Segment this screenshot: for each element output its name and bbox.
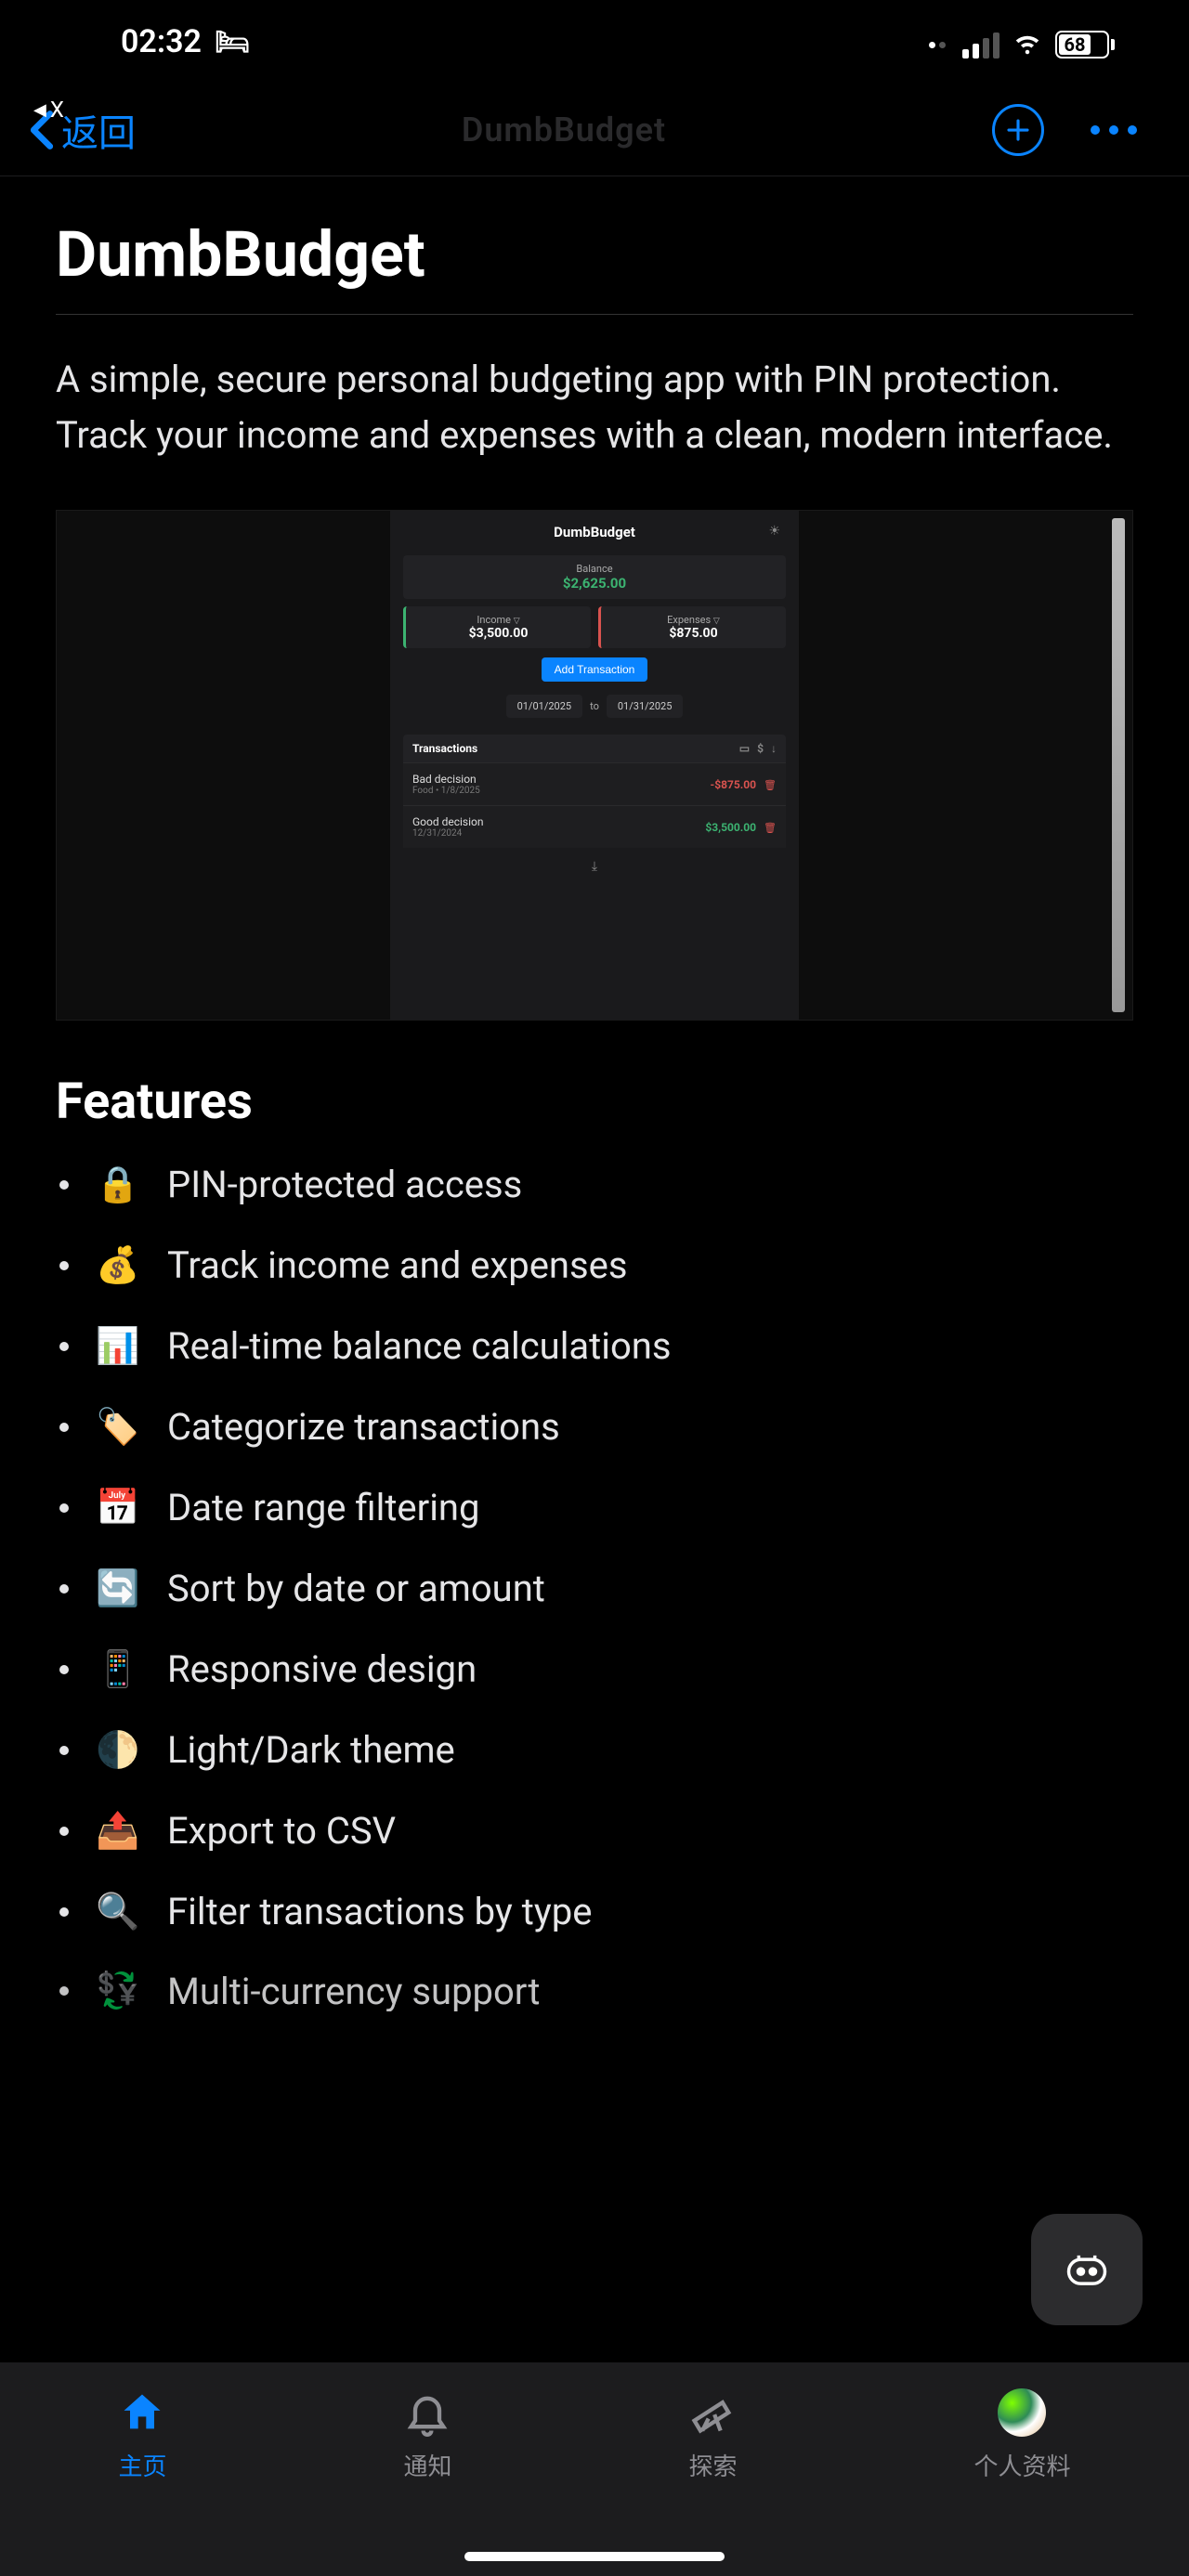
delete-icon: 🗑 — [764, 779, 777, 791]
tab-label: 探索 — [688, 2448, 737, 2482]
sort-icon: ↓ — [771, 742, 777, 755]
content: DumbBudget A simple, secure personal bud… — [0, 176, 1189, 2011]
feature-text: Light/Dark theme — [167, 1728, 455, 1772]
divider — [56, 314, 1133, 315]
cell-signal-icon — [962, 31, 1000, 59]
feature-emoji: 🏷️ — [95, 1407, 141, 1448]
wifi-icon — [1011, 24, 1044, 66]
shot-title: DumbBudget — [403, 524, 786, 540]
feature-text: Responsive design — [167, 1647, 477, 1691]
back-label: 返回 — [61, 103, 136, 157]
transaction-row: Bad decisionFood • 1/8/2025-$875.00🗑 — [403, 762, 786, 805]
feature-emoji: 💰 — [95, 1245, 141, 1286]
feature-emoji: 📱 — [95, 1649, 141, 1690]
feature-emoji: 📊 — [95, 1326, 141, 1367]
nav-title: DumbBudget — [462, 111, 666, 150]
tab-notifications[interactable]: 通知 — [403, 2387, 451, 2482]
back-to-app[interactable]: ◀X — [33, 97, 64, 123]
feature-text: Filter transactions by type — [167, 1890, 592, 1933]
feature-emoji: 📤 — [95, 1811, 141, 1852]
feature-item: 📱 Responsive design — [59, 1647, 1133, 1691]
feature-emoji: 🔍 — [95, 1892, 141, 1932]
home-icon — [118, 2387, 166, 2439]
feature-text: PIN-protected access — [167, 1163, 522, 1206]
features-heading: Features — [56, 1073, 1133, 1131]
feature-item: 🔍 Filter transactions by type — [59, 1890, 1133, 1933]
tab-label: 主页 — [118, 2448, 166, 2482]
feature-item: 💱 Multi-currency support — [59, 1971, 1133, 2011]
copilot-button[interactable] — [1031, 2214, 1143, 2325]
feature-emoji: 💱 — [95, 1971, 141, 2011]
feature-item: 🏷️ Categorize transactions — [59, 1405, 1133, 1449]
app-screenshot: ☀ DumbBudget Balance $2,625.00 Income ▽ … — [390, 511, 799, 1020]
description: A simple, secure personal budgeting app … — [56, 352, 1133, 463]
telescope-icon — [688, 2387, 737, 2439]
add-transaction-button: Add Transaction — [542, 657, 648, 682]
fade-mask — [0, 2297, 1189, 2362]
tab-label: 通知 — [403, 2448, 451, 2482]
feature-text: Categorize transactions — [167, 1405, 560, 1449]
bell-icon — [403, 2387, 451, 2439]
page-title: DumbBudget — [56, 217, 1133, 292]
feature-item: 📅 Date range filtering — [59, 1486, 1133, 1529]
feature-emoji: 🌓 — [95, 1730, 141, 1771]
scrollbar[interactable] — [1112, 518, 1125, 1012]
more-button[interactable] — [1091, 125, 1137, 135]
sleep-icon: 🛏 — [215, 26, 250, 59]
tab-bar: 主页 通知 探索 个人资料 — [0, 2362, 1189, 2576]
feature-text: Track income and expenses — [167, 1243, 628, 1287]
transaction-row: Good decision12/31/2024$3,500.00🗑 — [403, 805, 786, 848]
balance-box: Balance $2,625.00 — [403, 555, 786, 599]
dual-sim-icon — [929, 42, 946, 48]
battery-indicator: 68 — [1055, 31, 1115, 59]
income-box: Income ▽ $3,500.00 — [403, 606, 591, 648]
tab-profile[interactable]: 个人资料 — [973, 2387, 1070, 2482]
feature-emoji: 🔄 — [95, 1568, 141, 1609]
features-list: 🔒 PIN-protected access 💰 Track income and e… — [56, 1163, 1133, 2011]
avatar-icon — [998, 2387, 1046, 2439]
feature-item: 🔒 PIN-protected access — [59, 1163, 1133, 1206]
screenshot-container: ☀ DumbBudget Balance $2,625.00 Income ▽ … — [56, 510, 1133, 1021]
status-time: 02:32 — [121, 23, 202, 60]
tab-home[interactable]: 主页 — [118, 2387, 166, 2482]
feature-text: Sort by date or amount — [167, 1567, 545, 1610]
calendar-icon: ▭ — [739, 742, 750, 755]
feature-item: 💰 Track income and expenses — [59, 1243, 1133, 1287]
currency-icon: $ — [757, 742, 764, 755]
feature-item: 🔄 Sort by date or amount — [59, 1567, 1133, 1610]
nav-bar: 返回 DumbBudget — [0, 84, 1189, 176]
feature-item: 🌓 Light/Dark theme — [59, 1728, 1133, 1772]
delete-icon: 🗑 — [764, 822, 777, 834]
feature-text: Multi-currency support — [167, 1971, 540, 2011]
feature-emoji: 📅 — [95, 1488, 141, 1529]
home-indicator[interactable] — [464, 2552, 725, 2561]
date-range: 01/01/2025 to 01/31/2025 — [403, 695, 786, 718]
status-bar: 02:32 🛏 68 — [0, 0, 1189, 84]
theme-toggle-icon: ☀ — [768, 524, 780, 539]
feature-text: Export to CSV — [167, 1809, 396, 1853]
transactions-header: Transactions ▭$↓ — [403, 735, 786, 762]
expenses-box: Expenses ▽ $875.00 — [598, 606, 786, 648]
feature-item: 📊 Real-time balance calculations — [59, 1324, 1133, 1368]
feature-text: Real-time balance calculations — [167, 1324, 672, 1368]
feature-text: Date range filtering — [167, 1486, 479, 1529]
export-icon: ⤓ — [403, 859, 786, 874]
tab-label: 个人资料 — [973, 2448, 1070, 2482]
tab-explore[interactable]: 探索 — [688, 2387, 737, 2482]
feature-item: 📤 Export to CSV — [59, 1809, 1133, 1853]
feature-emoji: 🔒 — [95, 1164, 141, 1205]
add-button[interactable] — [992, 104, 1044, 156]
